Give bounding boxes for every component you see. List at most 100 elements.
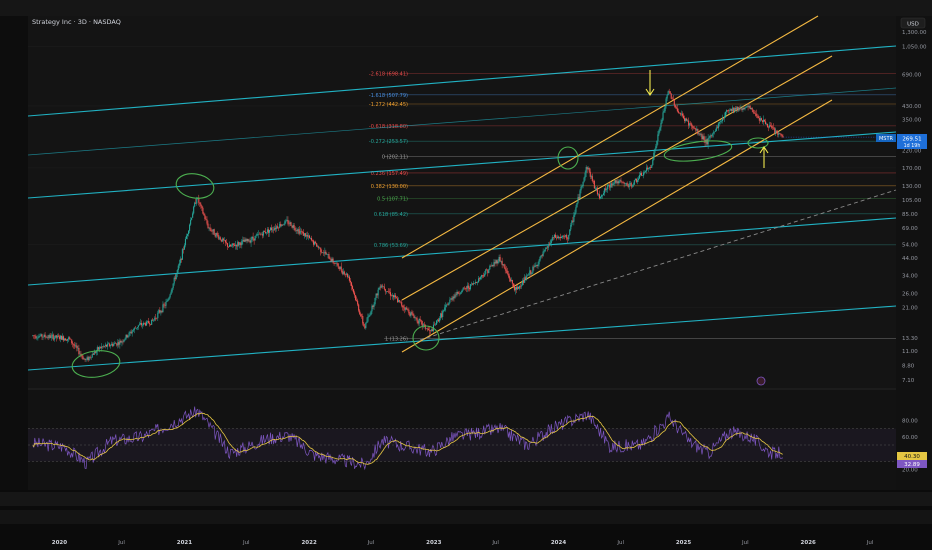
candle-body <box>288 223 290 225</box>
bottom-bar-1 <box>0 492 932 506</box>
candle-body <box>465 288 467 290</box>
candle-body <box>611 183 613 186</box>
candle-body <box>32 335 34 336</box>
candle-body <box>534 265 536 268</box>
price-scale-label: 430.00 <box>902 104 922 110</box>
candle-body <box>86 357 88 360</box>
candle-body <box>604 188 606 194</box>
candle-body <box>269 227 272 230</box>
fib-level-label: 0.382 (130.00) <box>371 184 408 190</box>
candle-body <box>382 286 384 288</box>
candle-body <box>172 283 174 288</box>
price-scale-label: 170.00 <box>902 166 922 172</box>
candle-body <box>597 194 600 195</box>
candle-body <box>42 336 44 338</box>
candle-body <box>139 323 141 325</box>
price-scale-label: 130.00 <box>902 184 922 190</box>
candle-body <box>156 318 158 319</box>
candle-body <box>550 240 552 243</box>
candle-body <box>251 236 253 241</box>
candle-body <box>461 289 463 293</box>
candle-body <box>402 305 404 308</box>
candle-body <box>690 123 692 124</box>
candle-body <box>548 244 550 245</box>
candle-body <box>434 324 437 326</box>
candle-body <box>135 328 137 329</box>
bottom-bar-2 <box>0 510 932 524</box>
candle-body <box>137 325 139 328</box>
candle-body <box>763 119 766 122</box>
candle-body <box>271 227 273 230</box>
candle-body <box>473 283 476 284</box>
candle-body <box>572 220 574 222</box>
candle-body <box>577 197 579 203</box>
candle-body <box>292 225 294 228</box>
candle-body <box>498 256 500 262</box>
candle-body <box>107 343 109 347</box>
candle-body <box>702 136 704 140</box>
candle-body <box>320 247 322 252</box>
candle-body <box>659 127 661 131</box>
candle-body <box>489 265 491 270</box>
candle-body <box>450 298 452 300</box>
time-axis-label: Jul <box>242 540 250 546</box>
candle-body <box>682 115 685 119</box>
candle-body <box>643 172 645 176</box>
candle-body <box>491 264 493 267</box>
candle-body <box>564 236 566 237</box>
candle-body <box>525 277 527 280</box>
candle-body <box>331 258 333 262</box>
candle-body <box>254 235 256 241</box>
candle-body <box>513 286 515 291</box>
candle-body <box>404 307 406 310</box>
symbol-title: Strategy Inc · 3D · NASDAQ <box>32 18 121 26</box>
candle-body <box>34 335 36 337</box>
candle-body <box>505 269 507 271</box>
candle-body <box>522 280 524 286</box>
candle-body <box>189 224 191 231</box>
candle-body <box>116 343 118 346</box>
candle-body <box>409 313 411 316</box>
candle-body <box>297 229 299 232</box>
candle-body <box>519 285 521 289</box>
candle-body <box>535 264 537 266</box>
candle-body <box>728 110 730 112</box>
candle-body <box>365 322 367 329</box>
candle-body <box>711 133 713 137</box>
candle-body <box>480 277 482 280</box>
candle-body <box>48 335 50 338</box>
candle-body <box>395 295 397 298</box>
candle-body <box>646 167 648 172</box>
candle-body <box>200 203 202 206</box>
candle-body <box>410 312 412 316</box>
candle-body <box>143 322 146 324</box>
candle-body <box>277 226 279 228</box>
candle-body <box>61 336 64 340</box>
candle-body <box>257 233 259 235</box>
candle-body <box>757 116 759 118</box>
candle-body <box>437 319 439 321</box>
candle-body <box>209 227 211 230</box>
candle-body <box>430 329 432 331</box>
candle-body <box>300 231 302 232</box>
candle-body <box>494 262 496 264</box>
candle-body <box>219 237 221 240</box>
candle-body <box>723 116 726 119</box>
candle-body <box>547 244 549 248</box>
candle-body <box>115 342 117 344</box>
candle-body <box>749 106 751 109</box>
candle-body <box>163 304 165 306</box>
time-axis-label: Jul <box>117 540 125 546</box>
candle-body <box>420 320 422 322</box>
event-marker-icon[interactable] <box>756 376 766 386</box>
candle-body <box>371 305 373 312</box>
candle-body <box>470 283 472 285</box>
candle-body <box>566 235 568 239</box>
trading-chart[interactable]: -2.618 (698.41) -1.618 (507.79) -1.272 (44… <box>0 0 932 550</box>
candle-body <box>590 176 592 177</box>
price-pane[interactable] <box>28 16 896 388</box>
candle-body <box>284 221 286 225</box>
candle-body <box>322 252 324 254</box>
candle-body <box>585 167 587 173</box>
candle-body <box>493 262 495 266</box>
